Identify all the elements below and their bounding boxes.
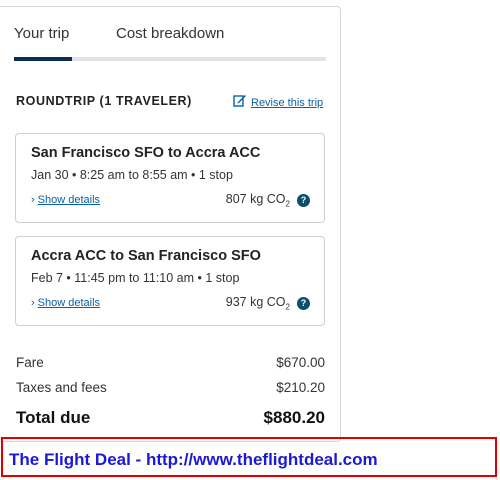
taxes-label: Taxes and fees [16,380,107,395]
help-icon[interactable]: ? [297,296,310,310]
fare-value: $670.00 [276,355,325,370]
tab-bar: Your trip Cost breakdown [14,25,326,63]
tab-active-indicator [14,57,72,61]
chevron-right-icon: › [31,297,35,309]
total-label: Total due [16,408,91,427]
revise-trip-link[interactable]: Revise this trip [233,93,323,112]
flight-times: Jan 30 • 8:25 am to 8:55 am • 1 stop [31,168,233,182]
total-value: $880.20 [263,408,325,427]
banner-text: The Flight Deal - http://www.theflightde… [9,450,378,469]
chevron-right-icon: › [31,194,35,206]
help-icon[interactable]: ? [297,193,310,207]
flight-route: Accra ACC to San Francisco SFO [31,248,261,264]
trip-summary-panel: Your trip Cost breakdown ROUNDTRIP (1 TR… [0,6,341,442]
fare-row: Fare $670.00 [16,355,325,370]
revise-trip-label[interactable]: Revise this trip [251,97,323,109]
co2-value: 807 kg CO2 [225,192,290,209]
co2-emissions: 807 kg CO2 ? [226,192,310,209]
flight-route: San Francisco SFO to Accra ACC [31,145,261,161]
show-details-link[interactable]: › Show details [31,297,100,309]
fare-label: Fare [16,355,44,370]
trip-type-heading: ROUNDTRIP (1 TRAVELER) [16,94,192,108]
flight-card-return: Accra ACC to San Francisco SFO Feb 7 • 1… [15,236,325,326]
show-details-link[interactable]: › Show details [31,194,100,206]
show-details-label[interactable]: Show details [38,194,100,206]
edit-icon [233,93,247,112]
co2-emissions: 937 kg CO2 ? [226,295,310,312]
tab-cost-breakdown[interactable]: Cost breakdown [116,25,224,42]
watermark-banner: The Flight Deal - http://www.theflightde… [1,437,497,477]
tab-your-trip[interactable]: Your trip [14,25,69,42]
flight-card-outbound: San Francisco SFO to Accra ACC Jan 30 • … [15,133,325,223]
flight-times: Feb 7 • 11:45 pm to 11:10 am • 1 stop [31,271,240,285]
taxes-row: Taxes and fees $210.20 [16,380,325,395]
total-row: Total due $880.20 [16,408,325,428]
taxes-value: $210.20 [276,380,325,395]
show-details-label[interactable]: Show details [38,297,100,309]
co2-value: 937 kg CO2 [225,295,290,312]
